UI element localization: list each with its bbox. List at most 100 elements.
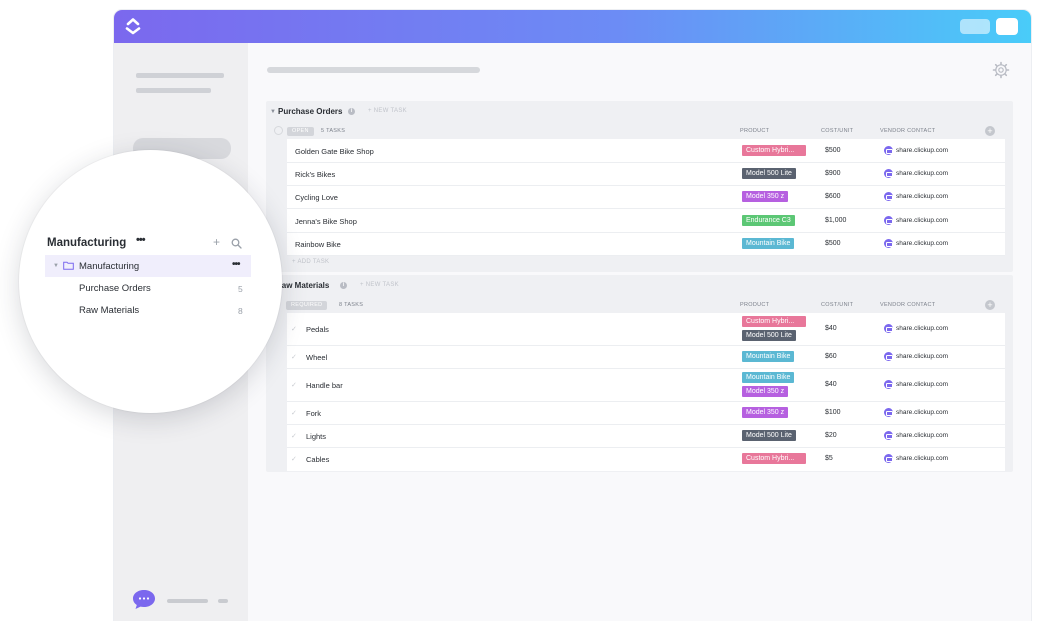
table-row[interactable]: ✓ Fork Model 350 z $100 share.clickup.co… [287, 402, 1005, 425]
chat-bubble-icon[interactable] [132, 589, 156, 610]
column-header-cost[interactable]: COST/UNIT [821, 128, 853, 134]
table-row[interactable]: ✓ Wheel Mountain Bike $60 share.clickup.… [287, 346, 1005, 369]
product-tag[interactable]: Custom Hybri... [742, 316, 806, 327]
search-icon[interactable] [231, 238, 242, 249]
table-row[interactable]: Rick's Bikes Model 500 Lite $900 share.c… [287, 163, 1005, 186]
product-tag[interactable]: Model 500 Lite [742, 168, 796, 179]
cost-value[interactable]: $20 [825, 432, 837, 439]
column-header-product[interactable]: PRODUCT [740, 128, 769, 134]
cost-value[interactable]: $600 [825, 193, 841, 200]
vendor-link[interactable]: share.clickup.com [896, 432, 948, 439]
link-icon [884, 146, 893, 155]
add-task-button[interactable]: + ADD TASK [292, 259, 329, 265]
topbar-placeholder-button[interactable] [996, 18, 1018, 35]
task-name[interactable]: Cables [306, 455, 329, 464]
table-row[interactable]: ✓ Pedals Custom Hybri... Model 500 Lite … [287, 313, 1005, 346]
table-row[interactable]: Golden Gate Bike Shop Custom Hybri... $5… [287, 139, 1005, 163]
product-tag[interactable]: Model 350 z [742, 407, 789, 418]
cost-value[interactable]: $500 [825, 240, 841, 247]
folder-more-icon[interactable]: ••• [232, 259, 240, 270]
checkmark-icon[interactable]: ✓ [291, 325, 297, 333]
table-row[interactable]: Rainbow Bike Mountain Bike $500 share.cl… [287, 233, 1005, 256]
new-task-button[interactable]: + NEW TASK [368, 108, 407, 114]
task-name[interactable]: Pedals [306, 325, 329, 334]
cost-value[interactable]: $5 [825, 455, 833, 462]
task-name[interactable]: Golden Gate Bike Shop [295, 147, 374, 156]
select-all-checkbox[interactable] [274, 126, 283, 135]
sidebar-footer-placeholder [218, 599, 228, 603]
space-more-icon[interactable]: ••• [136, 234, 146, 246]
vendor-link[interactable]: share.clickup.com [896, 381, 948, 388]
cost-value[interactable]: $40 [825, 325, 837, 332]
checkmark-icon[interactable]: ✓ [291, 432, 297, 440]
info-icon[interactable]: i [348, 108, 355, 115]
vendor-link[interactable]: share.clickup.com [896, 455, 948, 462]
checkmark-icon[interactable]: ✓ [291, 409, 297, 417]
cost-value[interactable]: $100 [825, 409, 841, 416]
plus-icon[interactable]: + [213, 235, 220, 249]
table-row[interactable]: ✓ Cables Custom Hybri... $5 share.clicku… [287, 448, 1005, 471]
vendor-link[interactable]: share.clickup.com [896, 217, 948, 224]
column-header-cost[interactable]: COST/UNIT [821, 302, 853, 308]
new-task-button[interactable]: + NEW TASK [360, 282, 399, 288]
checkmark-icon[interactable]: ✓ [291, 353, 297, 361]
product-tag[interactable]: Mountain Bike [742, 351, 795, 362]
vendor-link[interactable]: share.clickup.com [896, 353, 948, 360]
space-title[interactable]: Manufacturing [47, 237, 126, 249]
add-column-plus-icon[interactable]: + [985, 300, 995, 310]
sidebar-item-manufacturing-folder[interactable] [45, 255, 251, 277]
vendor-link[interactable]: share.clickup.com [896, 147, 948, 154]
vendor-link[interactable]: share.clickup.com [896, 193, 948, 200]
column-header-product[interactable]: PRODUCT [740, 302, 769, 308]
product-tag[interactable]: Model 350 z [742, 386, 789, 397]
product-tag[interactable]: Custom Hybri... [742, 453, 806, 464]
table-row[interactable]: Cycling Love Model 350 z $600 share.clic… [287, 186, 1005, 209]
table-row[interactable]: Jenna's Bike Shop Endurance C3 $1,000 sh… [287, 209, 1005, 233]
table-row[interactable]: ✓ Lights Model 500 Lite $20 share.clicku… [287, 425, 1005, 448]
product-tag[interactable]: Endurance C3 [742, 215, 795, 226]
collapse-caret-icon[interactable]: ▼ [270, 109, 276, 115]
checkmark-icon[interactable]: ✓ [291, 381, 297, 389]
product-tag[interactable]: Mountain Bike [742, 372, 795, 383]
product-tag[interactable]: Model 500 Lite [742, 330, 796, 341]
task-name[interactable]: Handle bar [306, 381, 343, 390]
sidebar-item-raw-materials[interactable]: Raw Materials [79, 305, 139, 316]
checkmark-icon[interactable]: ✓ [291, 455, 297, 463]
column-header-vendor[interactable]: VENDOR CONTACT [880, 128, 935, 134]
info-icon[interactable]: i [340, 282, 347, 289]
cost-value[interactable]: $900 [825, 170, 841, 177]
task-name[interactable]: Lights [306, 432, 326, 441]
column-header-vendor[interactable]: VENDOR CONTACT [880, 302, 935, 308]
cost-value[interactable]: $500 [825, 147, 841, 154]
section-title[interactable]: Raw Materials [276, 281, 329, 290]
gear-icon[interactable] [992, 61, 1010, 79]
task-name[interactable]: Wheel [306, 353, 327, 362]
clickup-logo-icon[interactable] [122, 15, 144, 37]
product-tag[interactable]: Model 500 Lite [742, 430, 796, 441]
product-tag[interactable]: Custom Hybri... [742, 145, 806, 156]
status-badge[interactable]: REQUIRED [286, 301, 328, 310]
cost-value[interactable]: $60 [825, 353, 837, 360]
vendor-link[interactable]: share.clickup.com [896, 170, 948, 177]
vendor-link[interactable]: share.clickup.com [896, 409, 948, 416]
status-badge[interactable]: OPEN [287, 127, 314, 136]
chevron-down-icon[interactable]: ▼ [53, 263, 59, 269]
product-tag[interactable]: Mountain Bike [742, 238, 795, 249]
task-name[interactable]: Rick's Bikes [295, 170, 335, 179]
link-icon [884, 431, 893, 440]
vendor-link[interactable]: share.clickup.com [896, 240, 948, 247]
folder-label[interactable]: Manufacturing [79, 261, 139, 272]
vendor-link[interactable]: share.clickup.com [896, 325, 948, 332]
task-name[interactable]: Fork [306, 409, 321, 418]
task-name[interactable]: Jenna's Bike Shop [295, 217, 357, 226]
section-title[interactable]: Purchase Orders [278, 107, 342, 116]
add-column-plus-icon[interactable]: + [985, 126, 995, 136]
topbar-placeholder-button[interactable] [960, 19, 990, 34]
product-tag[interactable]: Model 350 z [742, 191, 789, 202]
table-row[interactable]: ✓ Handle bar Mountain Bike Model 350 z $… [287, 369, 1005, 402]
sidebar-item-purchase-orders[interactable]: Purchase Orders [79, 283, 151, 294]
task-name[interactable]: Cycling Love [295, 193, 338, 202]
cost-value[interactable]: $40 [825, 381, 837, 388]
task-name[interactable]: Rainbow Bike [295, 240, 341, 249]
cost-value[interactable]: $1,000 [825, 217, 846, 224]
